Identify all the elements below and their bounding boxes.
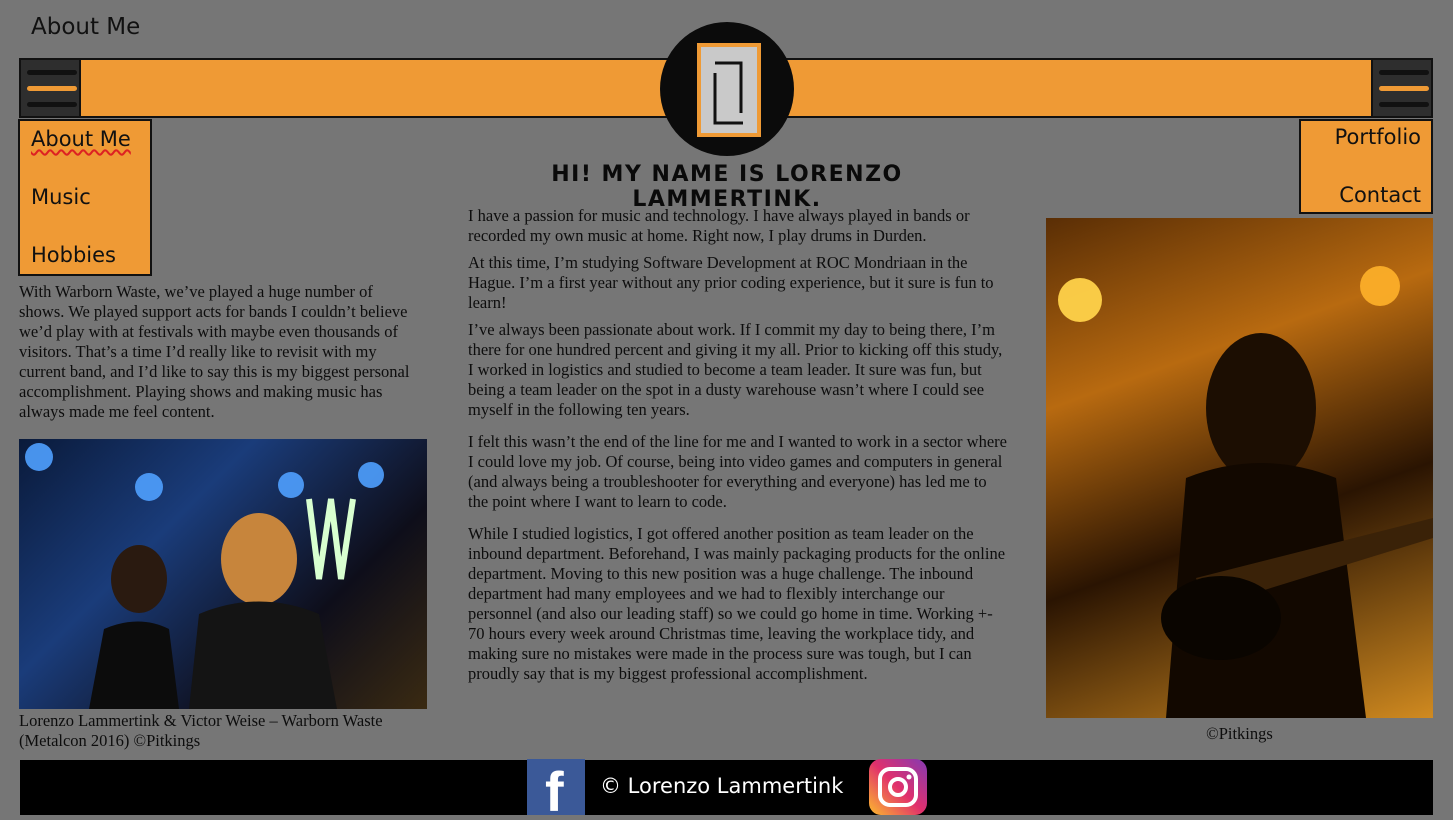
nav-item-hobbies[interactable]: Hobbies [31,243,116,267]
guitar-photo-caption: ©Pitkings [1206,724,1273,743]
nav-item-about-me[interactable]: About Me [31,127,131,151]
paragraph: I have a passion for music and technolog… [468,206,970,245]
nav-menu-left: About Me Music Hobbies [18,119,152,276]
main-heading: Hi! My name is Lorenzo Lammertink. [551,162,903,212]
menu-bar [1379,70,1429,75]
band-photo-caption: Lorenzo Lammertink & Victor Weise – Warb… [19,711,383,750]
guitar-photo-art [1058,266,1433,718]
logo-mark [713,61,743,125]
menu-icon-left[interactable] [19,58,81,118]
band-photo-art [25,443,384,709]
left-paragraph: With Warborn Waste, we’ve played a huge … [19,282,410,421]
facebook-glyph: f [545,760,564,820]
paragraph: I felt this wasn’t the end of the line f… [468,432,1007,511]
paragraph: While I studied logistics, I got offered… [468,524,1006,683]
facebook-letter: f [545,760,564,815]
main-content: I have a passion for music and technolog… [468,206,1008,691]
band-photo [19,439,427,709]
guitar-photo [1046,218,1433,718]
copyright-text: © Lorenzo Lammertink [600,774,844,798]
menu-icon-right[interactable] [1371,58,1433,118]
instagram-glyph [878,767,918,807]
nav-menu-right: Portfolio Contact [1299,119,1433,214]
instagram-icon[interactable] [869,759,927,815]
logo-frame [697,43,761,137]
menu-bar [1379,102,1429,107]
nav-item-portfolio[interactable]: Portfolio [1335,125,1421,149]
paragraph: At this time, I’m studying Software Deve… [468,253,994,312]
paragraph: I’ve always been passionate about work. … [468,320,1003,419]
nav-item-contact[interactable]: Contact [1339,183,1421,207]
menu-bar-accent [27,86,77,91]
menu-bar-accent [1379,86,1429,91]
page-title: About Me [31,14,141,40]
facebook-icon[interactable]: f [527,759,585,820]
logo-icon[interactable] [660,22,794,156]
nav-item-music[interactable]: Music [31,185,91,209]
menu-bar [27,102,77,107]
menu-bar [27,70,77,75]
